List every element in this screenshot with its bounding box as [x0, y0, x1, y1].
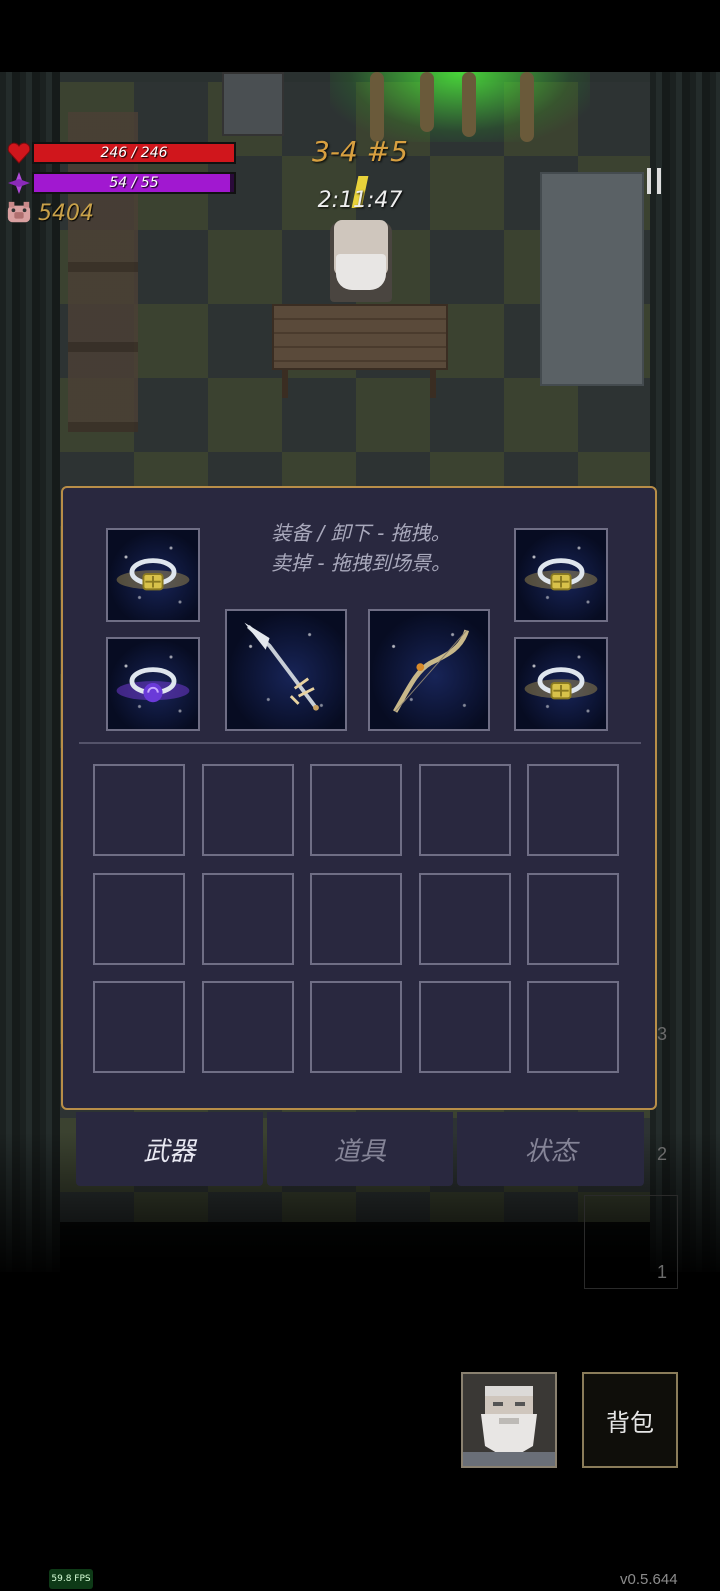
inventory-slot[interactable] [93, 981, 185, 1073]
tab-items[interactable]: 道具 [266, 1112, 454, 1186]
inventory-tabs: 武器 道具 状态 [76, 1112, 645, 1186]
inventory-slot[interactable] [310, 764, 402, 856]
inventory-slot[interactable] [527, 872, 619, 965]
npc-merchant-beard [336, 254, 386, 290]
tab-status[interactable]: 状态 [457, 1112, 645, 1186]
inventory-slot[interactable] [310, 872, 402, 965]
gold-gem-ring-icon [116, 558, 190, 591]
hp-row: 246 / 246 [6, 139, 236, 167]
inventory-slot[interactable] [527, 764, 619, 856]
side-counter: 3 [657, 1024, 668, 1044]
inventory-slot[interactable] [201, 872, 294, 965]
pause-button[interactable] [644, 168, 664, 194]
ring-slot-top-left[interactable] [106, 528, 200, 622]
hp-text: 246 / 246 [100, 145, 168, 161]
gold-row: 5404 [6, 199, 94, 227]
pipe [370, 72, 384, 142]
panel-divider [79, 742, 641, 744]
purple-swirl-ring-icon [116, 667, 190, 703]
merchant-table [272, 304, 448, 370]
inventory-panel: 装备 / 卸下 - 拖拽。 卖掉 - 拖拽到场景。 [61, 486, 657, 1110]
table-leg [430, 368, 436, 398]
weapon-slot[interactable] [225, 609, 347, 731]
inventory-slot[interactable] [527, 981, 619, 1073]
hint-equip: 装备 / 卸下 - 拖拽。 [271, 521, 451, 545]
inventory-slot[interactable] [418, 764, 511, 856]
run-timer: 2:11:47 [317, 188, 403, 213]
inventory-slot[interactable] [418, 872, 511, 965]
table-leg [282, 368, 288, 398]
heart-icon [6, 140, 32, 166]
green-glow-effect [330, 72, 590, 142]
version-label: v0.5.644 [620, 1571, 678, 1588]
pause-bar-right [657, 168, 661, 194]
side-counter: 2 [657, 1144, 668, 1164]
cabinet [222, 72, 284, 136]
bearded-old-man-portrait-icon [463, 1374, 555, 1466]
inventory-slot[interactable] [201, 981, 294, 1073]
spear-icon [244, 622, 319, 711]
right-wall [650, 72, 720, 1272]
hint-sell: 卖掉 - 拖拽到场景。 [271, 551, 451, 575]
left-wall [0, 72, 60, 1272]
bow-icon [393, 629, 470, 713]
hp-bar: 246 / 246 [32, 142, 236, 164]
ring-slot-top-right[interactable] [514, 528, 608, 622]
inventory-hint: 装备 / 卸下 - 拖拽。 卖掉 - 拖拽到场景。 [247, 518, 475, 578]
gold-gem-ring-icon [524, 667, 598, 700]
character-portrait-button[interactable] [461, 1372, 557, 1468]
pause-bar-left [647, 168, 651, 194]
alchemy-machine [540, 172, 644, 386]
side-counter: 1 [657, 1262, 668, 1282]
pipe [520, 72, 534, 142]
bag-button[interactable]: 背包 [582, 1372, 678, 1468]
ring-slot-bottom-left[interactable] [106, 637, 200, 731]
pipe [420, 72, 434, 132]
inventory-slot[interactable] [310, 981, 402, 1073]
mp-text: 54 / 55 [109, 175, 159, 191]
ring-slot-bottom-right[interactable] [514, 637, 608, 731]
inventory-slot[interactable] [201, 764, 294, 856]
mp-bar: 54 / 55 [32, 172, 236, 194]
mp-row: 54 / 55 [6, 169, 236, 197]
offhand-slot[interactable] [368, 609, 490, 731]
pig-coin-icon [6, 200, 32, 226]
tab-weapons[interactable]: 武器 [76, 1112, 263, 1186]
gold-gem-ring-icon [524, 558, 598, 591]
level-indicator: 3-4 #5 [312, 135, 408, 168]
gold-amount: 5404 [38, 200, 94, 226]
mana-crystal-icon [6, 170, 32, 196]
inventory-slot[interactable] [93, 764, 185, 856]
fps-counter: 59.8 FPS [49, 1569, 93, 1589]
pipe [462, 72, 476, 137]
inventory-slot[interactable] [418, 981, 511, 1073]
inventory-slot[interactable] [93, 872, 185, 965]
